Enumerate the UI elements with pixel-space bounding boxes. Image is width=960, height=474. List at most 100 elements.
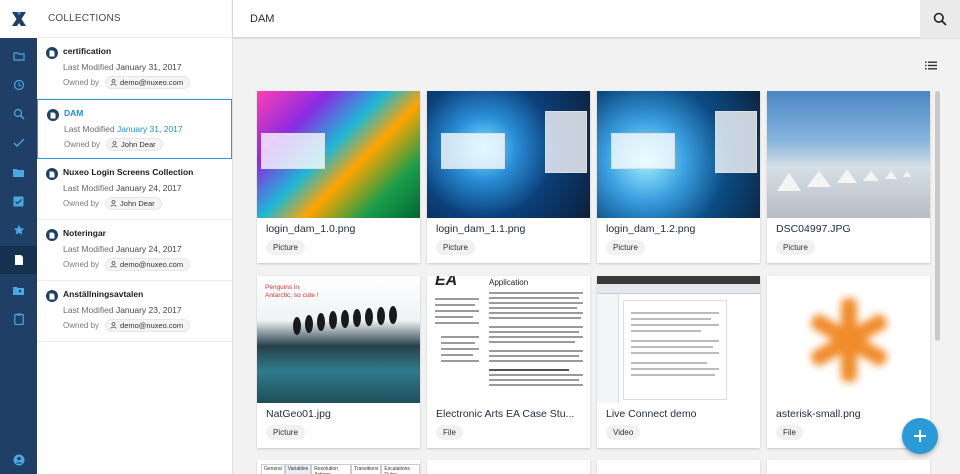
person-icon bbox=[110, 261, 117, 268]
search-button[interactable] bbox=[920, 0, 960, 38]
card-title[interactable]: Electronic Arts EA Case Stu... bbox=[436, 408, 584, 420]
thumbnail-image bbox=[427, 91, 590, 218]
page-title: DAM bbox=[250, 13, 275, 25]
type-chip: Picture bbox=[266, 425, 305, 440]
collection-title: Nuxeo Login Screens Collection bbox=[63, 167, 194, 177]
folder-copy-icon[interactable] bbox=[0, 158, 37, 186]
type-chip: File bbox=[776, 425, 803, 440]
collection-item-selected[interactable]: DAM Last Modified January 31, 2017 Owned… bbox=[37, 99, 232, 159]
collection-owner: Owned by demo@nuxeo.com bbox=[63, 76, 226, 89]
thumbnail-image bbox=[597, 91, 760, 218]
collection-icon bbox=[47, 109, 59, 121]
document-card[interactable]: Live Connect demo Video bbox=[597, 276, 760, 448]
left-nav-rail bbox=[0, 0, 37, 474]
card-title[interactable]: asterisk-small.png bbox=[776, 408, 924, 420]
collection-item[interactable]: Nuxeo Login Screens Collection Last Modi… bbox=[37, 159, 232, 220]
owner-chip[interactable]: demo@nuxeo.com bbox=[105, 76, 191, 89]
collection-icon bbox=[46, 47, 58, 59]
add-button[interactable] bbox=[902, 418, 938, 454]
task-icon[interactable] bbox=[0, 187, 37, 215]
list-view-icon bbox=[925, 61, 937, 69]
thumbnail-image bbox=[597, 276, 760, 403]
collections-icon[interactable] bbox=[0, 246, 37, 274]
tab-strip: General Variables Resolution Actions Tra… bbox=[261, 464, 420, 474]
document-card[interactable]: login_dam_1.0.png Picture bbox=[257, 91, 420, 263]
type-chip: Picture bbox=[436, 240, 475, 255]
card-title[interactable]: login_dam_1.2.png bbox=[606, 223, 754, 235]
collection-owner: Owned by demo@nuxeo.com bbox=[63, 319, 226, 332]
owner-chip[interactable]: John Dear bbox=[106, 138, 163, 151]
collection-owner: Owned by demo@nuxeo.com bbox=[63, 258, 226, 271]
collection-modified: Last Modified January 23, 2017 bbox=[63, 305, 182, 315]
collection-owner: Owned by John Dear bbox=[63, 197, 226, 210]
user-icon[interactable] bbox=[0, 446, 37, 474]
search-icon bbox=[933, 12, 947, 26]
collection-modified: Last Modified January 24, 2017 bbox=[63, 244, 182, 254]
collection-modified: Last Modified January 24, 2017 bbox=[63, 183, 182, 193]
folder-shared-icon[interactable] bbox=[0, 276, 37, 304]
top-bar: DAM bbox=[233, 0, 960, 38]
history-icon[interactable] bbox=[0, 71, 37, 99]
person-icon bbox=[111, 141, 118, 148]
collection-modified: Last Modified January 31, 2017 bbox=[64, 124, 183, 134]
collection-icon bbox=[46, 229, 58, 241]
card-title[interactable]: DSC04997.JPG bbox=[776, 223, 924, 235]
type-chip: Picture bbox=[776, 240, 815, 255]
owner-chip[interactable]: John Dear bbox=[105, 197, 162, 210]
star-icon[interactable] bbox=[0, 216, 37, 244]
document-card[interactable]: asterisk-small.png File bbox=[767, 276, 930, 448]
doc-ea-mark: EA bbox=[435, 276, 458, 289]
type-chip: Picture bbox=[606, 240, 645, 255]
document-card[interactable]: login_dam_1.2.png Picture bbox=[597, 91, 760, 263]
thumbnail-image bbox=[257, 91, 420, 218]
app-window: COLLECTIONS certification Last Modified … bbox=[0, 0, 960, 474]
collection-icon bbox=[46, 290, 58, 302]
document-card[interactable]: Penguins in Antarctic, so cute ! NatGeo0… bbox=[257, 276, 420, 448]
collection-item[interactable]: certification Last Modified January 31, … bbox=[37, 38, 232, 99]
collection-title: Anställningsavtalen bbox=[63, 289, 144, 299]
thumbnail-image: Penguins in Antarctic, so cute ! bbox=[257, 276, 420, 403]
person-icon bbox=[110, 322, 117, 329]
clipboard-icon[interactable] bbox=[0, 305, 37, 333]
collections-heading: COLLECTIONS bbox=[37, 0, 232, 38]
check-icon[interactable] bbox=[0, 129, 37, 157]
type-chip: Picture bbox=[266, 240, 305, 255]
search-icon[interactable] bbox=[0, 100, 37, 128]
thumbnail-image bbox=[767, 276, 930, 403]
collection-title: certification bbox=[63, 46, 112, 56]
document-card[interactable]: EA Application Electronic Arts EA Case S… bbox=[427, 276, 590, 448]
thumbnail-image: EA Application bbox=[427, 276, 590, 403]
document-card-partial[interactable] bbox=[427, 460, 590, 474]
document-card-partial[interactable] bbox=[597, 460, 760, 474]
card-title[interactable]: login_dam_1.0.png bbox=[266, 223, 414, 235]
collection-item[interactable]: Anställningsavtalen Last Modified Januar… bbox=[37, 281, 232, 342]
doc-heading: Application bbox=[489, 278, 529, 287]
collections-list: certification Last Modified January 31, … bbox=[37, 38, 232, 342]
owner-chip[interactable]: demo@nuxeo.com bbox=[105, 258, 191, 271]
person-icon bbox=[110, 79, 117, 86]
collection-item[interactable]: Noteringar Last Modified January 24, 201… bbox=[37, 220, 232, 281]
card-title[interactable]: NatGeo01.jpg bbox=[266, 408, 414, 420]
card-title[interactable]: Live Connect demo bbox=[606, 408, 754, 420]
plus-icon bbox=[914, 430, 926, 442]
collection-icon bbox=[46, 168, 58, 180]
collections-panel: COLLECTIONS certification Last Modified … bbox=[37, 0, 233, 474]
document-card-partial[interactable] bbox=[767, 460, 930, 474]
browse-icon[interactable] bbox=[0, 42, 37, 70]
type-chip: File bbox=[436, 425, 463, 440]
document-card-partial[interactable]: General Variables Resolution Actions Tra… bbox=[257, 460, 420, 474]
collection-owner: Owned by John Dear bbox=[64, 138, 225, 151]
document-card[interactable]: DSC04997.JPG Picture bbox=[767, 91, 930, 263]
list-view-button[interactable] bbox=[922, 57, 940, 73]
type-chip: Video bbox=[606, 425, 641, 440]
scrollbar-thumb[interactable] bbox=[935, 91, 940, 341]
card-title[interactable]: login_dam_1.1.png bbox=[436, 223, 584, 235]
nuxeo-logo-icon bbox=[11, 12, 26, 26]
collection-title: DAM bbox=[64, 108, 84, 118]
collection-modified: Last Modified January 31, 2017 bbox=[63, 62, 182, 72]
nuxeo-logo[interactable] bbox=[0, 0, 37, 38]
owner-chip[interactable]: demo@nuxeo.com bbox=[105, 319, 191, 332]
document-card[interactable]: login_dam_1.1.png Picture bbox=[427, 91, 590, 263]
person-icon bbox=[110, 200, 117, 207]
collection-content: login_dam_1.0.png Picture login_dam_1.1.… bbox=[233, 39, 960, 474]
